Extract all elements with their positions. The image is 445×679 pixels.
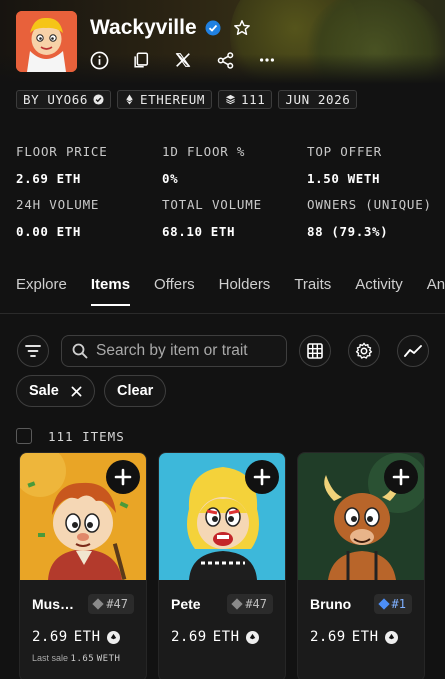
filter-button[interactable]: [17, 335, 49, 367]
plus-icon: [253, 468, 271, 486]
last-sale: Last sale 1.65 WETH: [32, 653, 121, 664]
stat-floor-price: FLOOR PRICE 2.69 ETH: [16, 144, 108, 186]
item-name: Mus…: [32, 596, 74, 612]
rarity-rank-badge: #47: [227, 594, 273, 614]
item-name: Pete: [171, 596, 201, 612]
x-twitter-icon[interactable]: [173, 50, 193, 70]
stat-24h-volume: 24H VOLUME 0.00 ETH: [16, 197, 100, 239]
close-icon[interactable]: [71, 386, 82, 397]
stat-top-offer: TOP OFFER 1.50 WETH: [307, 144, 382, 186]
item-card[interactable]: Mus… #47 2.69 ETH Last sale 1.65 WETH: [19, 452, 147, 679]
supply-chip: 111: [218, 90, 273, 109]
tab-explore[interactable]: Explore: [16, 276, 67, 306]
stat-total-volume: TOTAL VOLUME 68.10 ETH: [162, 197, 262, 239]
filter-icon: [25, 345, 41, 357]
more-options-icon[interactable]: [257, 50, 277, 70]
star-favorite-icon[interactable]: [233, 19, 251, 37]
tab-holders[interactable]: Holders: [219, 276, 271, 306]
verified-badge-icon: [205, 20, 221, 36]
layers-icon: [225, 94, 236, 105]
collection-avatar[interactable]: [16, 11, 77, 72]
token-icon: [245, 630, 259, 644]
collection-title: Wackyville: [90, 16, 197, 39]
divider: [0, 313, 445, 314]
plus-icon: [392, 468, 410, 486]
tab-offers[interactable]: Offers: [154, 276, 195, 306]
analytics-view-button[interactable]: [397, 335, 429, 367]
verified-badge-icon: [93, 94, 104, 105]
tab-items[interactable]: Items: [90, 276, 131, 306]
clear-filters-button[interactable]: Clear: [104, 375, 167, 407]
trend-chart-icon: [404, 345, 422, 357]
item-card[interactable]: Pete #47 2.69 ETH: [158, 452, 286, 679]
grid-icon: [307, 343, 323, 359]
creator-chip[interactable]: BY UYO66: [16, 90, 112, 109]
item-price: 2.69 ETH: [32, 629, 120, 645]
chain-chip[interactable]: ETHEREUM: [117, 90, 213, 109]
search-box[interactable]: [61, 335, 287, 367]
tab-analytics[interactable]: Ana: [427, 276, 445, 306]
select-all-checkbox[interactable]: [16, 428, 32, 444]
sale-filter-pill[interactable]: Sale: [16, 375, 95, 407]
info-icon[interactable]: [89, 50, 109, 70]
tab-traits[interactable]: Traits: [294, 276, 331, 306]
stat-owners: OWNERS (UNIQUE) 88 (79.3%): [307, 197, 432, 239]
rarity-diamond-icon: [92, 598, 104, 610]
items-count: 111 ITEMS: [48, 428, 125, 444]
ethereum-icon: [126, 94, 133, 105]
grid-view-button[interactable]: [299, 335, 331, 367]
created-date-chip: JUN 2026: [278, 90, 358, 109]
search-input[interactable]: [96, 342, 276, 360]
rarity-diamond-icon: [231, 598, 243, 610]
rarity-diamond-icon: [377, 598, 390, 610]
add-to-cart-button[interactable]: [245, 460, 279, 494]
copy-icon[interactable]: [131, 50, 151, 70]
item-price: 2.69 ETH: [310, 629, 398, 645]
rarity-rank-badge: #1: [373, 594, 412, 614]
token-icon: [384, 630, 398, 644]
search-icon: [72, 343, 88, 359]
stat-1d-floor: 1D FLOOR % 0%: [162, 144, 246, 186]
settings-button[interactable]: [348, 335, 380, 367]
collection-tabs: Explore Items Offers Holders Traits Acti…: [16, 276, 445, 306]
rarity-rank-badge: #47: [88, 594, 134, 614]
add-to-cart-button[interactable]: [384, 460, 418, 494]
item-card[interactable]: Bruno #1 2.69 ETH: [297, 452, 425, 679]
tab-activity[interactable]: Activity: [355, 276, 403, 306]
add-to-cart-button[interactable]: [106, 460, 140, 494]
token-icon: [106, 630, 120, 644]
item-name: Bruno: [310, 596, 352, 612]
gear-icon: [355, 342, 373, 359]
share-icon[interactable]: [215, 50, 235, 70]
plus-icon: [114, 468, 132, 486]
collection-meta-chips: BY UYO66 ETHEREUM 111 JUN 2026: [16, 90, 358, 109]
item-price: 2.69 ETH: [171, 629, 259, 645]
